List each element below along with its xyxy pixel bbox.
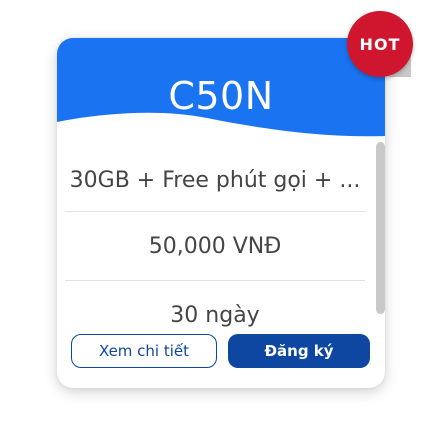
scrollbar-thumb[interactable] xyxy=(376,142,385,314)
plan-name: C50N xyxy=(168,74,274,118)
register-button[interactable]: Đăng ký xyxy=(228,334,370,368)
plan-detail-price: 50,000 VNĐ xyxy=(148,233,282,259)
view-details-button[interactable]: Xem chi tiết xyxy=(71,334,217,368)
hot-badge-label: HOT xyxy=(347,11,413,77)
plan-details-list: 30GB + Free phút gọi + ... 50,000 VNĐ 30… xyxy=(57,150,373,349)
plan-detail-data: 30GB + Free phút gọi + ... xyxy=(69,168,361,193)
hot-badge-icon: HOT xyxy=(347,11,415,79)
plan-card: C50N 30GB + Free phút gọi + ... 50,000 V… xyxy=(57,38,385,388)
page: C50N 30GB + Free phút gọi + ... 50,000 V… xyxy=(0,0,447,447)
plan-actions: Xem chi tiết Đăng ký xyxy=(71,334,370,368)
